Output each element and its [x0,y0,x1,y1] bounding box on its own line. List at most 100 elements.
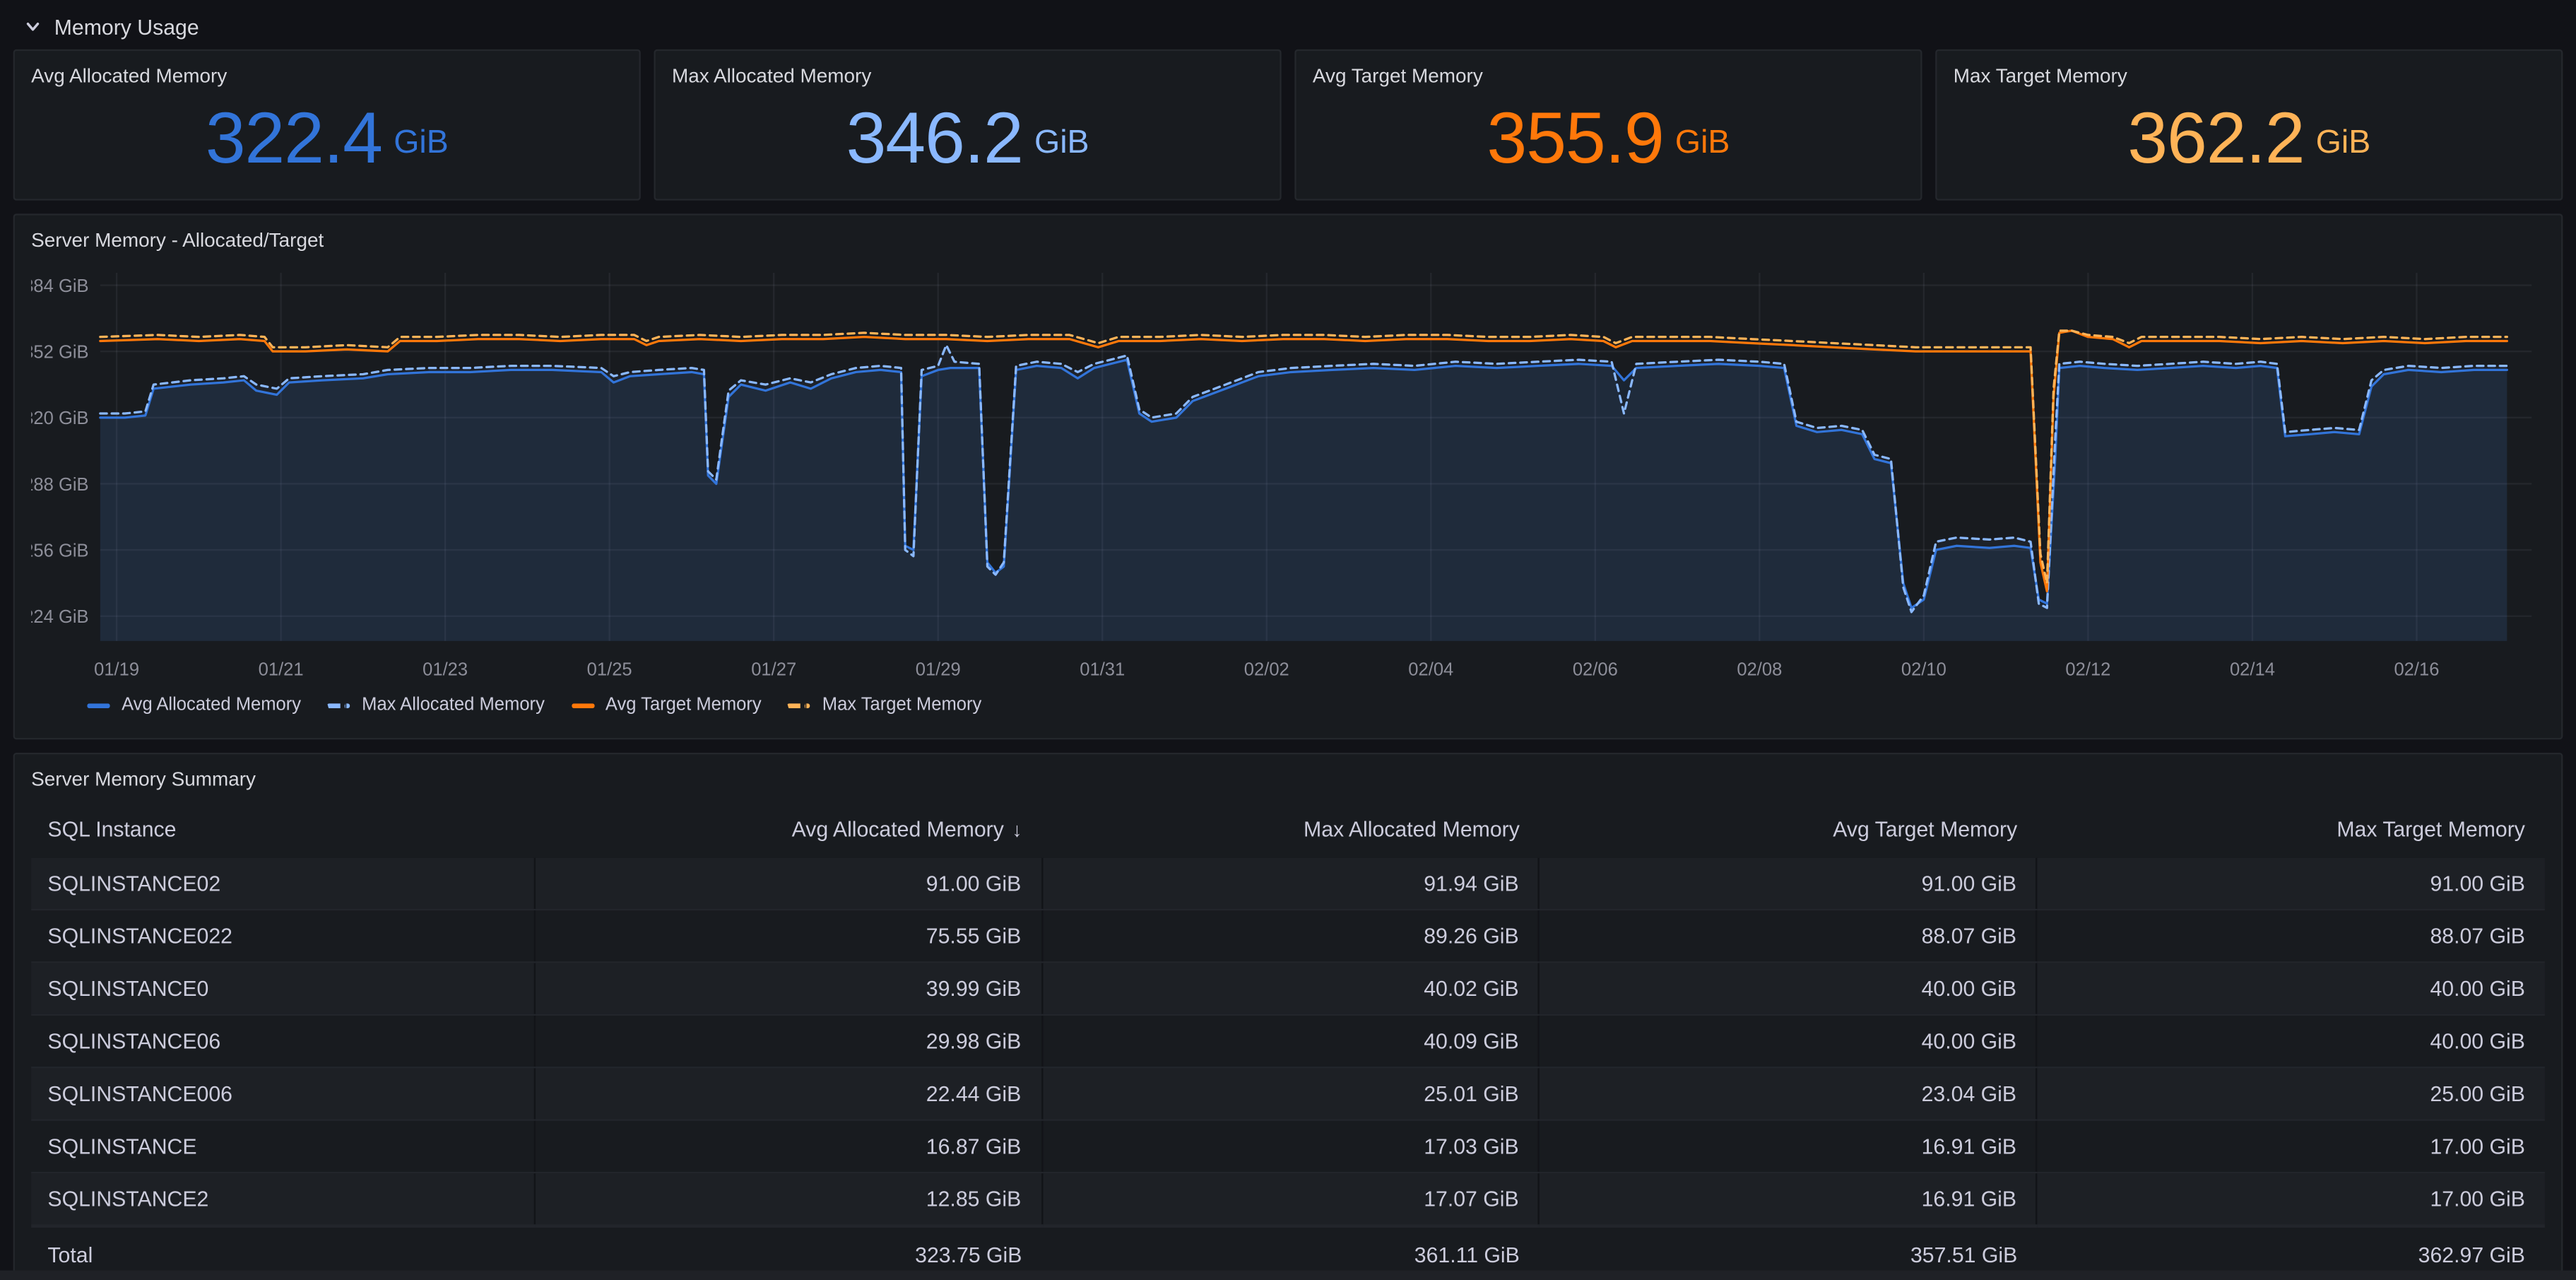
cell-value: 17.00 GiB [2037,1173,2545,1226]
table-row[interactable]: SQLINSTANCE0291.00 GiB91.94 GiB91.00 GiB… [31,858,2545,910]
table-row[interactable]: SQLINSTANCE212.85 GiB17.07 GiB16.91 GiB1… [31,1173,2545,1226]
x-axis-label: 02/02 [1244,660,1289,680]
cell-value: 40.00 GiB [1540,962,2037,1014]
x-axis-label: 02/06 [1573,660,1618,680]
cell-value: 17.03 GiB [1041,1120,1539,1173]
stats-row: Avg Allocated Memory 322.4 GiB Max Alloc… [13,49,2563,201]
cell-sql-instance: SQLINSTANCE02 [31,858,534,910]
legend-series-label: Max Allocated Memory [362,695,545,715]
stat-value: 322.4 [206,102,382,175]
stat-value-wrap: 346.2 GiB [672,89,1263,189]
x-axis-label: 02/10 [1901,660,1946,680]
y-axis-label: 384 GiB [31,276,88,296]
legend-series-swatch [571,703,594,707]
cell-value: 40.00 GiB [1540,1015,2037,1067]
stat-unit: GiB [2316,125,2371,163]
column-header-sql-instance[interactable]: SQL Instance [31,805,534,857]
timeseries-plot[interactable]: 01/1901/2101/2301/2501/2701/2901/3102/02… [31,259,2545,690]
stat-unit: GiB [1034,125,1089,163]
stat-unit: GiB [1675,125,1730,163]
cell-value: 88.07 GiB [2037,910,2545,962]
stat-value-wrap: 362.2 GiB [1954,89,2545,189]
legend-series-label: Avg Allocated Memory [122,695,301,715]
cell-value: 29.98 GiB [534,1015,1042,1067]
stat-value-wrap: 322.4 GiB [31,89,622,189]
x-axis-label: 02/04 [1408,660,1453,680]
sort-desc-icon: ↓ [1012,818,1022,841]
stat-panel-avg-target-memory: Avg Target Memory 355.9 GiB [1294,49,1922,201]
x-axis-label: 02/14 [2230,660,2275,680]
y-axis-label: 288 GiB [31,475,88,495]
legend-series-label: Max Target Memory [822,695,982,715]
x-axis-label: 01/23 [423,660,468,680]
panel-title[interactable]: Avg Allocated Memory [31,62,622,88]
cell-value: 12.85 GiB [534,1173,1042,1226]
stat-value: 355.9 [1487,102,1663,175]
x-axis-label: 02/12 [2065,660,2110,680]
server-memory-summary-table: SQL Instance Avg Allocated Memory↓ Max A… [31,805,2545,1280]
timeseries-panel: Server Memory - Allocated/Target 01/19 01… [13,213,2563,739]
stat-value: 346.2 [846,102,1023,175]
column-header-max-allocated-memory[interactable]: Max Allocated Memory [1041,805,1539,857]
y-axis-label: 320 GiB [31,409,88,428]
cell-value: 16.91 GiB [1540,1120,2037,1173]
column-header-max-target-memory[interactable]: Max Target Memory [2037,805,2545,857]
panel-title[interactable]: Max Target Memory [1954,62,2545,88]
row-header-memory-usage[interactable]: Memory Usage [13,6,2563,46]
cell-sql-instance: SQLINSTANCE006 [31,1067,534,1120]
column-header-avg-allocated-memory[interactable]: Avg Allocated Memory↓ [534,805,1042,857]
cell-value: 91.00 GiB [534,858,1042,910]
column-header-avg-target-memory[interactable]: Avg Target Memory [1540,805,2037,857]
x-axis-label: 01/19 [94,660,139,680]
cell-sql-instance: SQLINSTANCE0 [31,962,534,1014]
cell-value: 40.00 GiB [2037,1015,2545,1067]
cell-sql-instance: SQLINSTANCE2 [31,1173,534,1226]
cell-value: 89.26 GiB [1041,910,1539,962]
stat-value-wrap: 355.9 GiB [1313,89,1904,189]
panel-title[interactable]: Max Allocated Memory [672,62,1263,88]
legend-series-label: Avg Target Memory [605,695,762,715]
cell-value: 17.07 GiB [1041,1173,1539,1226]
stat-value: 362.2 [2127,102,2304,175]
panel-title[interactable]: Avg Target Memory [1313,62,1904,88]
y-axis-label: 256 GiB [31,541,88,560]
chevron-down-icon [23,16,43,36]
cell-sql-instance: SQLINSTANCE [31,1120,534,1173]
panel-title[interactable]: Server Memory Summary [31,766,2545,792]
legend-item-max-allocated-memory[interactable]: Max Allocated Memory [327,695,545,715]
cell-value: 40.02 GiB [1041,962,1539,1014]
stat-panel-max-target-memory: Max Target Memory 362.2 GiB [1935,49,2563,201]
x-axis-label: 01/29 [916,660,961,680]
stat-panel-avg-allocated-memory: Avg Allocated Memory 322.4 GiB [13,49,641,201]
table-row[interactable]: SQLINSTANCE16.87 GiB17.03 GiB16.91 GiB17… [31,1120,2545,1173]
table-row[interactable]: SQLINSTANCE0629.98 GiB40.09 GiB40.00 GiB… [31,1015,2545,1067]
table-row[interactable]: SQLINSTANCE00622.44 GiB25.01 GiB23.04 Gi… [31,1067,2545,1120]
next-row-panel-edge [0,1270,2576,1280]
series-area-max-allocated-memory [100,345,2507,641]
cell-value: 91.00 GiB [1540,858,2037,910]
x-axis-label: 01/31 [1080,660,1125,680]
stat-unit: GiB [394,125,449,163]
legend-item-max-target-memory[interactable]: Max Target Memory [788,695,981,715]
cell-sql-instance: SQLINSTANCE022 [31,910,534,962]
table-panel: Server Memory Summary SQL Instance Avg A… [13,753,2563,1275]
cell-value: 25.01 GiB [1041,1067,1539,1120]
cell-value: 40.00 GiB [2037,962,2545,1014]
x-axis-label: 02/16 [2394,660,2439,680]
legend-series-swatch [87,703,110,707]
x-axis-label: 02/08 [1737,660,1782,680]
table-row[interactable]: SQLINSTANCE039.99 GiB40.02 GiB40.00 GiB4… [31,962,2545,1014]
legend-item-avg-allocated-memory[interactable]: Avg Allocated Memory [87,695,301,715]
cell-value: 88.07 GiB [1540,910,2037,962]
panel-title[interactable]: Server Memory - Allocated/Target [31,227,2545,253]
table-header-row: SQL Instance Avg Allocated Memory↓ Max A… [31,805,2545,857]
table-row[interactable]: SQLINSTANCE02275.55 GiB89.26 GiB88.07 Gi… [31,910,2545,962]
cell-value: 16.91 GiB [1540,1173,2037,1226]
legend-series-swatch [788,703,811,707]
cell-value: 91.00 GiB [2037,858,2545,910]
dashboard: Memory Usage Avg Allocated Memory 322.4 … [0,0,2576,1280]
cell-value: 25.00 GiB [2037,1067,2545,1120]
y-axis-label: 352 GiB [31,342,88,362]
legend-item-avg-target-memory[interactable]: Avg Target Memory [571,695,762,715]
cell-value: 22.44 GiB [534,1067,1042,1120]
